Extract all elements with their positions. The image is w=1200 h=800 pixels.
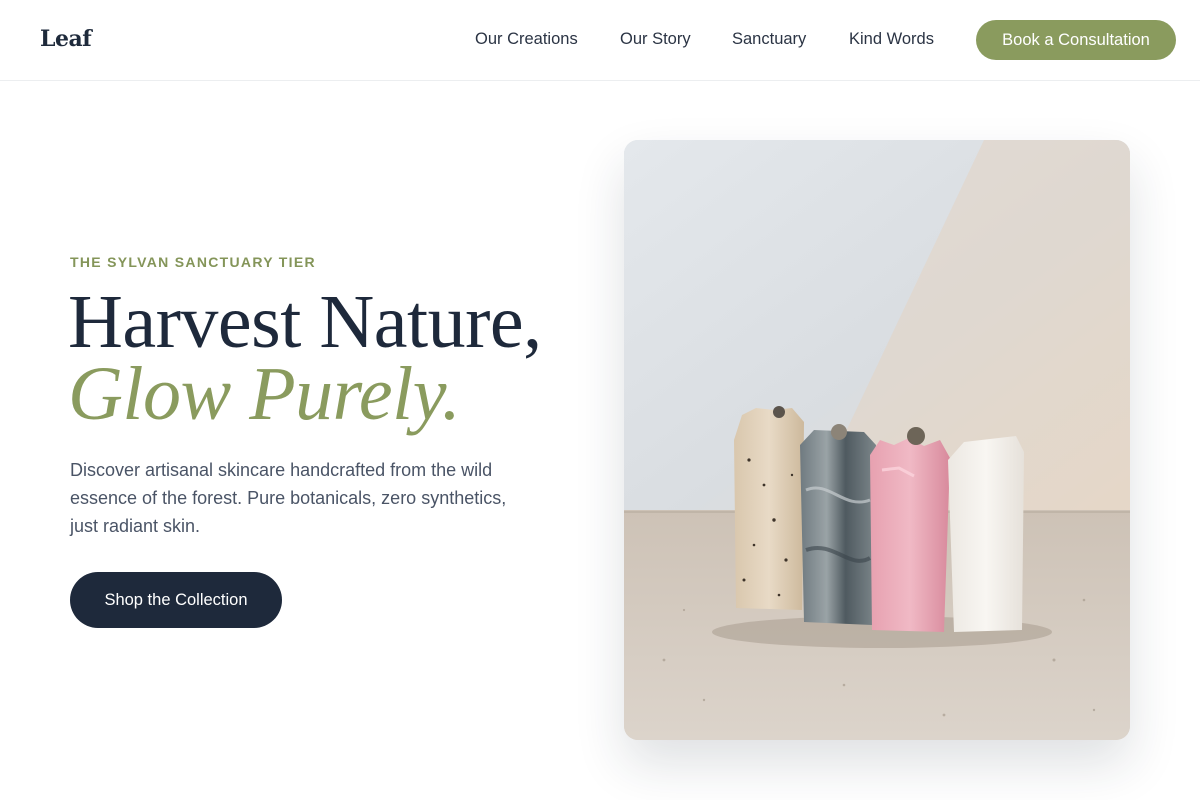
hero-eyebrow: THE SYLVAN SANCTUARY TIER [70,254,316,270]
nav-link-sanctuary[interactable]: Sanctuary [732,30,806,49]
soap-bar-charcoal [800,424,876,625]
book-consultation-button[interactable]: Book a Consultation [976,20,1176,60]
soap-bars-illustration [624,140,1130,740]
nav-link-kind-words[interactable]: Kind Words [849,30,934,49]
hero-headline: Harvest Nature, Glow Purely. [68,284,542,436]
soap-bar-oat [734,406,804,610]
soap-bar-pink [870,427,950,632]
site-header: Leaf Our Creations Our Story Sanctuary K… [0,0,1200,81]
nav-link-our-creations[interactable]: Our Creations [475,30,578,49]
soap-bar-white [948,436,1024,632]
headline-line-2: Glow Purely. [68,352,461,436]
hero-description: Discover artisanal skincare handcrafted … [70,460,507,536]
nav-link-our-story[interactable]: Our Story [620,30,691,49]
hero-product-image [624,140,1130,740]
shop-collection-button[interactable]: Shop the Collection [70,572,282,628]
